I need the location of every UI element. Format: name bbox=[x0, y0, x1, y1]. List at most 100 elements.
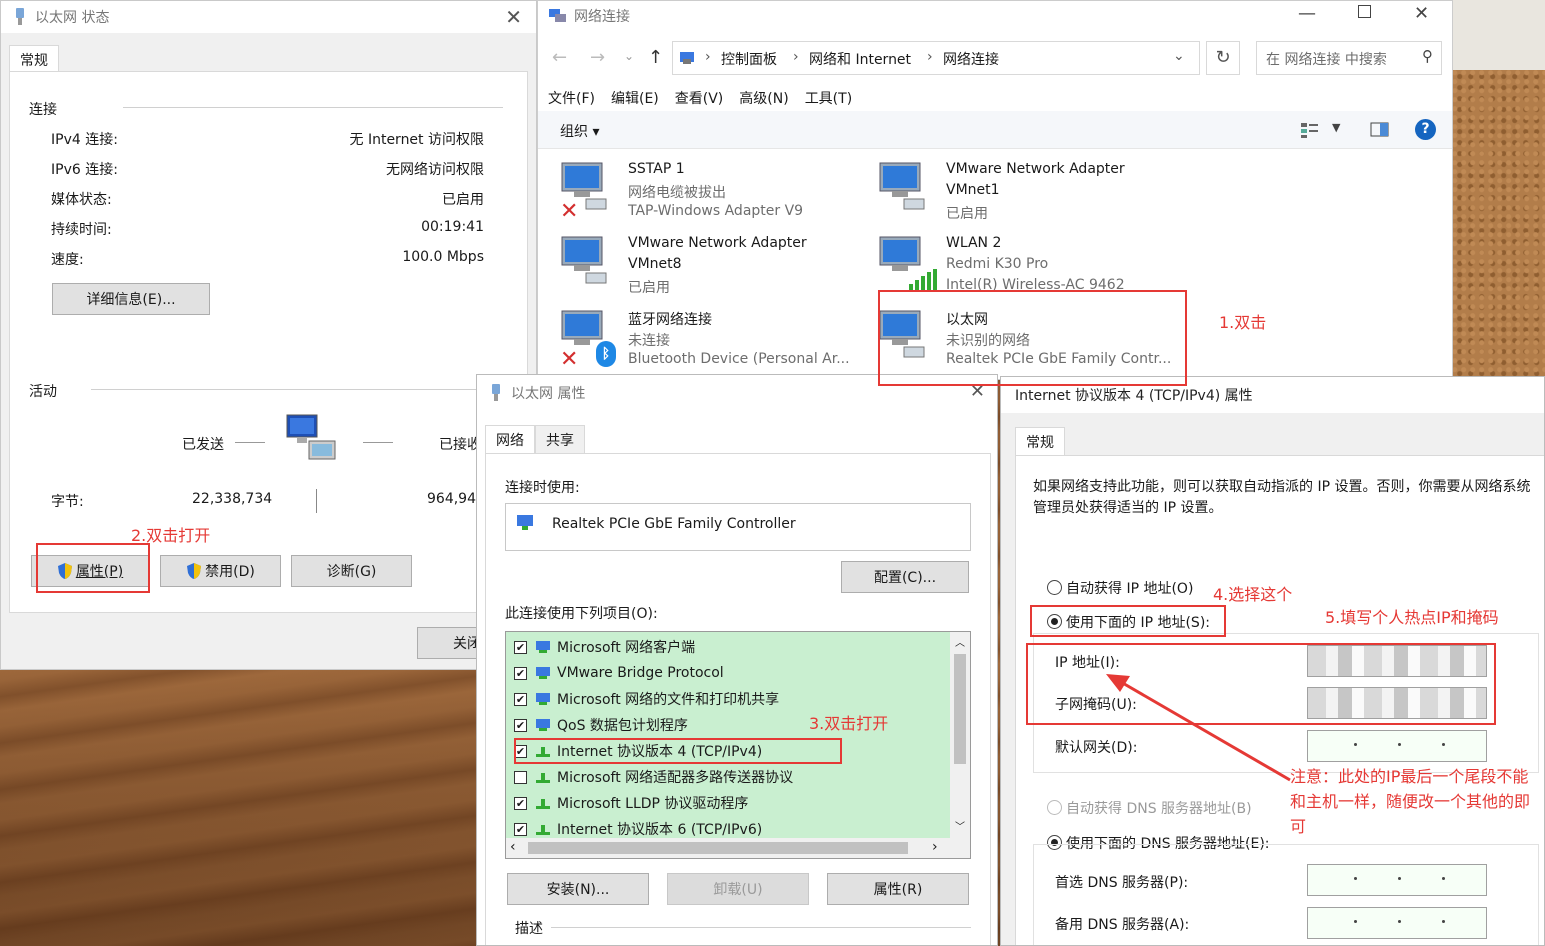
service-icon bbox=[536, 719, 550, 731]
dns2-field[interactable] bbox=[1307, 907, 1487, 939]
adapter-bluetooth[interactable]: ✕ ᛒ 蓝牙网络连接 未连接 Bluetooth Device (Persona… bbox=[560, 307, 870, 373]
close-icon[interactable]: ✕ bbox=[505, 5, 522, 29]
help-icon[interactable]: ? bbox=[1415, 119, 1436, 140]
auto-dns-radio[interactable]: 自动获得 DNS 服务器地址(B) bbox=[1047, 798, 1252, 818]
menu-bar: 文件(F) 编辑(E) 查看(V) 高级(N) 工具(T) bbox=[548, 88, 852, 108]
list-item-label: QoS 数据包计划程序 bbox=[557, 718, 688, 734]
install-button[interactable]: 安装(N)... bbox=[507, 873, 649, 905]
disable-button[interactable]: 禁用(D) bbox=[160, 555, 281, 587]
tab-general[interactable]: 常规 bbox=[9, 45, 59, 74]
client-icon bbox=[536, 641, 550, 653]
tab-general[interactable]: 常规 bbox=[1015, 427, 1065, 456]
menu-edit[interactable]: 编辑(E) bbox=[611, 88, 659, 108]
scroll-thumb[interactable] bbox=[528, 842, 908, 854]
chevron-right-icon[interactable]: › bbox=[932, 839, 938, 855]
uninstall-button[interactable]: 卸载(U) bbox=[667, 873, 809, 905]
minimize-icon[interactable]: — bbox=[1298, 3, 1316, 24]
received-label: 已接收 bbox=[439, 437, 481, 453]
view-options-icon[interactable] bbox=[1300, 121, 1320, 139]
diagnose-button[interactable]: 诊断(G) bbox=[291, 555, 412, 587]
divider bbox=[316, 489, 317, 513]
breadcrumb-network-internet[interactable]: 网络和 Internet bbox=[809, 49, 911, 69]
organize-button[interactable]: 组织 ▾ bbox=[560, 121, 599, 141]
annotation-box-properties bbox=[36, 543, 150, 593]
dns1-field[interactable] bbox=[1307, 864, 1487, 896]
wifi-signal-icon bbox=[909, 269, 937, 290]
horizontal-scrollbar[interactable]: ‹ › bbox=[506, 838, 970, 858]
divider bbox=[123, 107, 503, 108]
checkbox[interactable]: ✔ bbox=[514, 718, 527, 732]
chevron-down-icon[interactable]: ⌄ bbox=[624, 49, 634, 63]
items-label: 此连接使用下列项目(O): bbox=[505, 606, 658, 622]
radio-button[interactable] bbox=[1047, 800, 1062, 815]
adapter-name: WLAN 2 bbox=[946, 235, 1002, 251]
ipv4-title: Internet 协议版本 4 (TCP/IPv4) 属性 bbox=[1015, 388, 1253, 404]
breadcrumb-control-panel[interactable]: 控制面板 bbox=[721, 49, 777, 69]
menu-view[interactable]: 查看(V) bbox=[675, 88, 724, 108]
menu-tools[interactable]: 工具(T) bbox=[805, 88, 852, 108]
gateway-field[interactable] bbox=[1307, 730, 1487, 762]
properties-button[interactable]: 属性(R) bbox=[827, 873, 969, 905]
chevron-left-icon[interactable]: ‹ bbox=[510, 839, 516, 855]
menu-advanced[interactable]: 高级(N) bbox=[739, 88, 788, 108]
adapter-status: VMnet1 bbox=[946, 182, 1000, 198]
props-tabs: 网络 共享 bbox=[485, 425, 585, 454]
list-item[interactable]: ✔ QoS 数据包计划程序 bbox=[514, 712, 688, 738]
up-icon[interactable]: ↑ bbox=[648, 47, 663, 68]
annotation-box-ipv4 bbox=[514, 738, 842, 764]
tab-sharing[interactable]: 共享 bbox=[535, 425, 585, 454]
protocol-icon bbox=[536, 667, 550, 679]
divider bbox=[91, 389, 503, 390]
refresh-icon[interactable]: ↻ bbox=[1206, 41, 1240, 75]
vertical-scrollbar[interactable]: ︿ ﹀ bbox=[950, 632, 970, 838]
bytes-label: 字节: bbox=[51, 494, 84, 510]
ipv6-label: IPv6 连接: bbox=[51, 162, 118, 178]
adapter-sstap1[interactable]: ✕ SSTAP 1 网络电缆被拔出 TAP-Windows Adapter V9 bbox=[560, 159, 860, 225]
auto-ip-radio[interactable]: 自动获得 IP 地址(O) bbox=[1047, 578, 1193, 598]
checkbox[interactable]: ✔ bbox=[514, 666, 527, 680]
chevron-down-icon[interactable]: ▼ bbox=[1332, 121, 1340, 134]
chevron-up-icon[interactable]: ︿ bbox=[955, 634, 965, 649]
divider bbox=[235, 442, 265, 443]
preview-pane-icon[interactable] bbox=[1370, 122, 1390, 138]
status-tabs: 常规 bbox=[9, 45, 59, 74]
annotation-step2: 2.双击打开 bbox=[131, 526, 211, 545]
list-item[interactable]: ✔ Microsoft 网络客户端 bbox=[514, 634, 695, 660]
adapter-status: VMnet8 bbox=[628, 256, 682, 272]
annotation-box-manual-ip bbox=[1030, 605, 1226, 637]
checkbox[interactable]: ✔ bbox=[514, 640, 527, 654]
radio-button[interactable] bbox=[1047, 580, 1062, 595]
list-item[interactable]: Microsoft 网络适配器多路传送器协议 bbox=[514, 764, 793, 790]
close-icon[interactable]: ✕ bbox=[1414, 3, 1429, 24]
service-icon bbox=[536, 693, 550, 705]
list-item[interactable]: ✔ Microsoft 网络的文件和打印机共享 bbox=[514, 686, 779, 712]
adapter-wlan2[interactable]: WLAN 2 Redmi K30 Pro Intel(R) Wireless-A… bbox=[878, 233, 1178, 293]
breadcrumb-network-connections[interactable]: 网络连接 bbox=[943, 49, 999, 69]
list-item[interactable]: ✔ VMware Bridge Protocol bbox=[514, 660, 724, 686]
ipv4-label: IPv4 连接: bbox=[51, 132, 118, 148]
checkbox[interactable]: ✔ bbox=[514, 822, 527, 836]
network-adapter-icon bbox=[517, 515, 533, 530]
ethernet-icon bbox=[492, 384, 500, 401]
activity-group-label: 活动 bbox=[29, 384, 57, 400]
maximize-icon[interactable] bbox=[1358, 5, 1371, 18]
configure-button[interactable]: 配置(C)... bbox=[841, 561, 969, 593]
back-icon[interactable]: ← bbox=[552, 47, 567, 68]
checkbox[interactable]: ✔ bbox=[514, 796, 527, 810]
address-bar[interactable]: › 控制面板 › 网络和 Internet › 网络连接 ⌄ bbox=[672, 41, 1200, 75]
details-button[interactable]: 详细信息(E)... bbox=[52, 283, 210, 315]
adapter-vmnet8[interactable]: VMware Network Adapter VMnet8 已启用 bbox=[560, 233, 860, 299]
checkbox[interactable] bbox=[514, 770, 527, 784]
menu-file[interactable]: 文件(F) bbox=[548, 88, 595, 108]
chevron-down-icon[interactable]: ⌄ bbox=[1173, 48, 1185, 64]
scroll-thumb[interactable] bbox=[954, 654, 966, 764]
list-item[interactable]: ✔ Microsoft LLDP 协议驱动程序 bbox=[514, 790, 748, 816]
chevron-down-icon[interactable]: ﹀ bbox=[955, 818, 965, 833]
forward-icon[interactable]: → bbox=[590, 47, 605, 68]
checkbox[interactable]: ✔ bbox=[514, 692, 527, 706]
search-input[interactable]: 在 网络连接 中搜索 ⚲ bbox=[1256, 41, 1442, 75]
adapter-vmnet1[interactable]: VMware Network Adapter VMnet1 已启用 bbox=[878, 159, 1178, 225]
list-item-label: Microsoft 网络客户端 bbox=[557, 640, 696, 656]
tab-network[interactable]: 网络 bbox=[485, 425, 535, 454]
annotation-step3: 3.双击打开 bbox=[809, 714, 889, 733]
